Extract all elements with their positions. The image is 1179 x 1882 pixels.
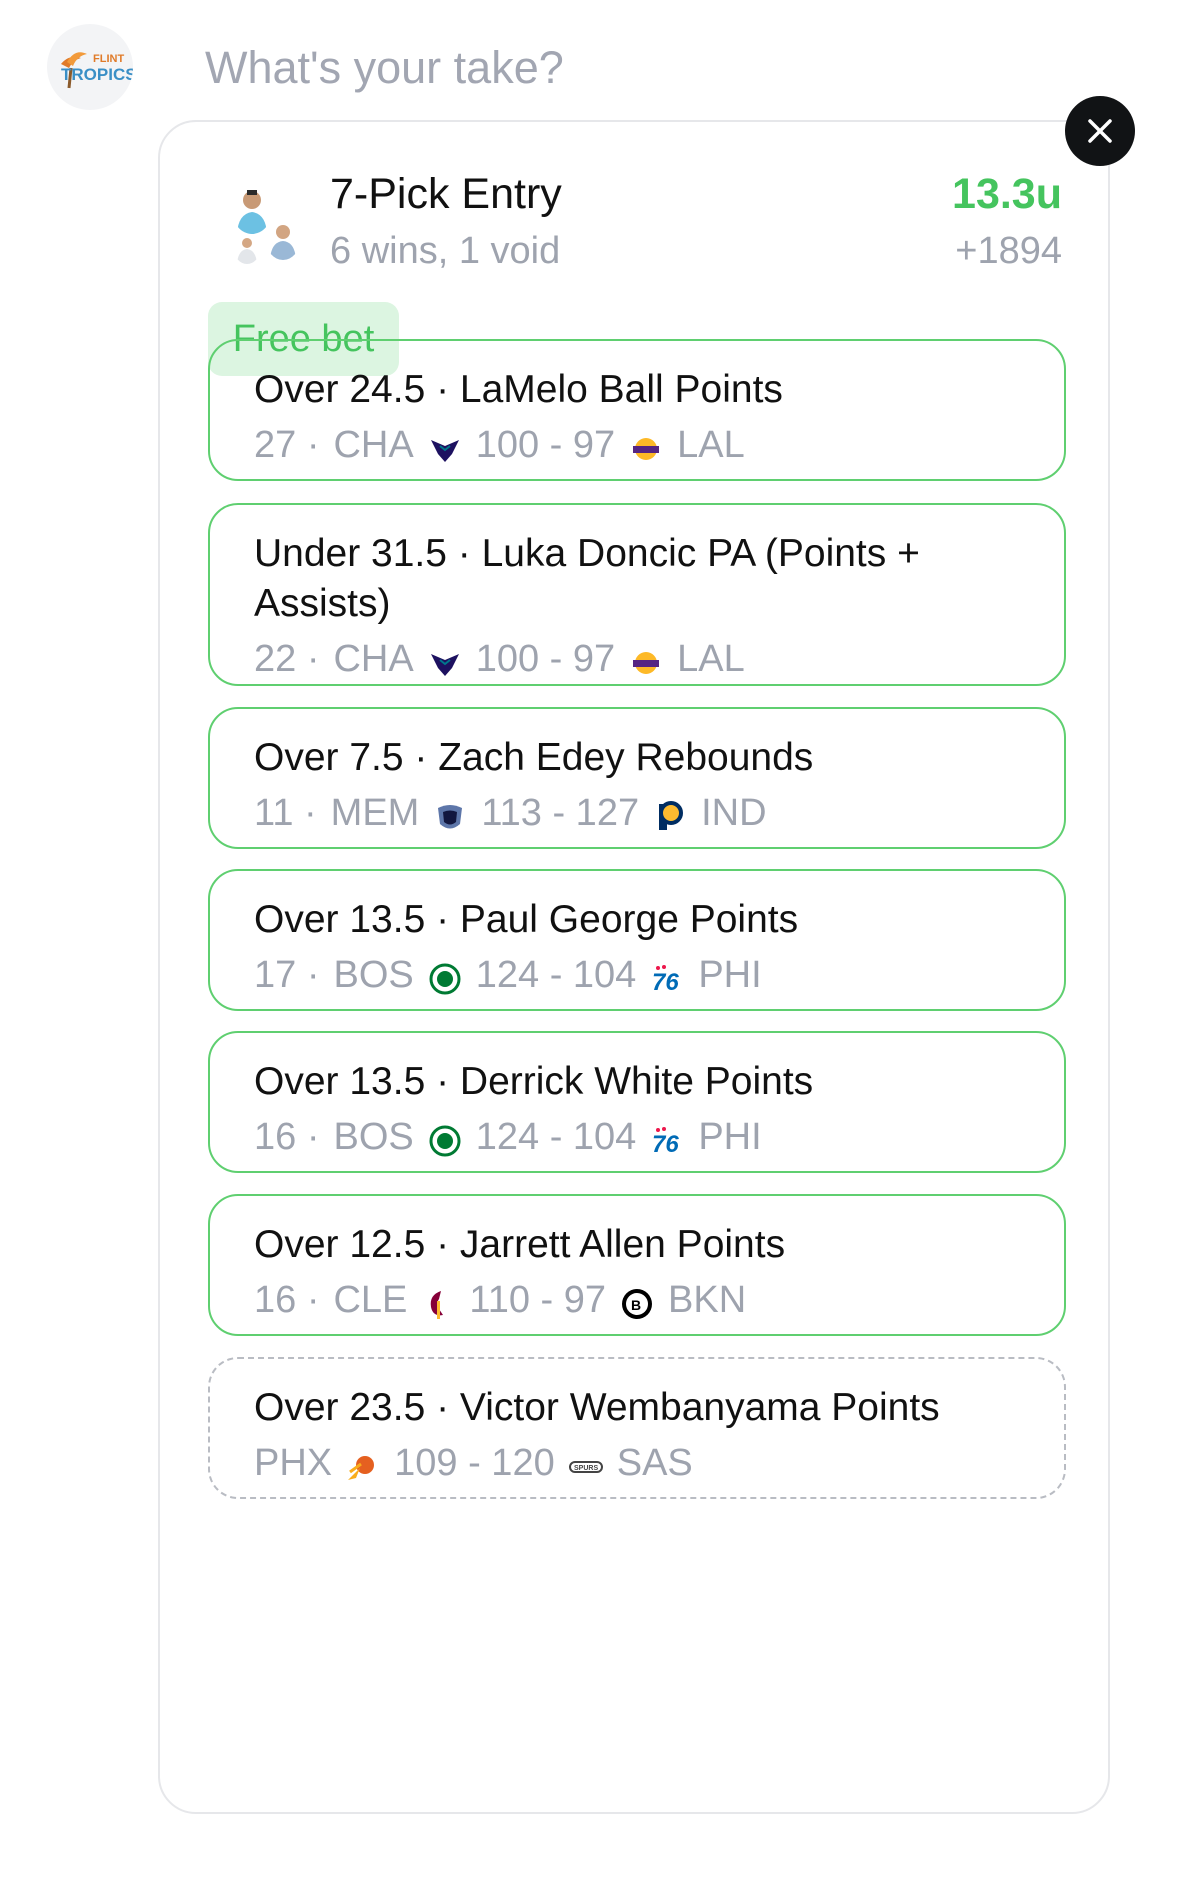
svg-text:TROPICS: TROPICS [61,65,133,84]
team-home-abbr: CHA [333,424,414,466]
pick-stat-value: 22 · [254,638,320,680]
pick-game-result: PHX 109 - 120 SPURS SAS [254,1437,1020,1489]
pick-game-result: 16 · BOS 124 - 104 76 PHI [254,1111,1020,1163]
grizzlies-logo-icon [433,796,467,830]
svg-text:SPURS: SPURS [574,1465,598,1472]
game-score: 124 - 104 [475,954,637,996]
pick-card[interactable]: Over 23.5 · Victor Wembanyama Points PHX 1… [208,1357,1066,1499]
pick-game-result: 16 · CLE 110 - 97 B BKN [254,1274,1020,1326]
sixers-logo-icon: 76 [650,958,684,996]
pick-title: Over 7.5 · Zach Edey Rebounds [254,736,814,779]
team-home-abbr: PHX [254,1442,333,1484]
pick-stat-value: 16 · [254,1116,320,1158]
entry-result-summary: 6 wins, 1 void [330,230,561,272]
team-home-abbr: MEM [330,792,420,834]
close-button[interactable] [1065,96,1135,166]
lakers-logo-icon [629,642,663,676]
entry-title: 7-Pick Entry [330,170,562,218]
team-away-abbr: LAL [677,424,745,466]
pick-game-result: 11 · MEM 113 - 127 IND [254,787,1020,839]
svg-text:B: B [631,1297,641,1313]
player-avatar [232,186,272,234]
team-home-abbr: BOS [333,954,414,996]
pick-title: Over 13.5 · Derrick White Points [254,1060,814,1103]
pick-card[interactable]: Over 24.5 · LaMelo Ball Points 27 · CHA 100… [208,339,1066,481]
spurs-logo-icon: SPURS [568,1446,603,1480]
player-avatar [234,234,260,264]
lakers-logo-icon [629,428,663,462]
hornets-logo-icon [428,428,462,462]
pick-title: Under 31.5 · Luka Doncic PA (Points + As… [254,532,920,625]
team-away-abbr: LAL [677,638,745,680]
pacers-logo-icon [653,796,687,830]
pick-title: Over 13.5 · Paul George Points [254,898,799,941]
pick-stat-value: 11 · [254,792,317,834]
pick-card[interactable]: Over 13.5 · Paul George Points 17 · BOS 124… [208,869,1066,1011]
team-away-abbr: PHI [698,1116,762,1158]
team-home-abbr: CLE [333,1279,408,1321]
team-away-abbr: IND [701,792,767,834]
game-score: 110 - 97 [469,1279,607,1321]
team-home-abbr: CHA [333,638,414,680]
pick-game-result: 27 · CHA 100 - 97 LAL [254,419,1020,471]
suns-logo-icon [346,1446,380,1480]
celtics-logo-icon [428,1120,462,1157]
nets-logo-icon: B [620,1283,654,1319]
player-avatar [266,220,300,260]
svg-text:FLINT: FLINT [93,53,124,65]
team-away-abbr: BKN [668,1279,747,1321]
game-score: 113 - 127 [481,792,640,834]
pick-game-result: 17 · BOS 124 - 104 76 PHI [254,949,1020,1001]
entry-card: 7-Pick Entry 6 wins, 1 void 13.3u +1894 … [158,120,1110,1814]
pick-card[interactable]: Under 31.5 · Luka Doncic PA (Points + As… [208,503,1066,686]
svg-text:76: 76 [652,969,679,996]
game-score: 100 - 97 [475,638,616,680]
game-score: 109 - 120 [394,1442,555,1484]
take-input-placeholder[interactable]: What's your take? [205,42,564,94]
cavaliers-logo-icon [421,1283,455,1319]
entry-odds: +1894 [955,230,1062,272]
player-thumbnails [218,186,308,266]
celtics-logo-icon [428,958,462,995]
pick-card[interactable]: Over 7.5 · Zach Edey Rebounds 11 · MEM 113 … [208,707,1066,849]
account-avatar[interactable]: FLINT TROPICS [47,24,133,110]
team-home-abbr: BOS [333,1116,414,1158]
game-score: 100 - 97 [475,424,616,466]
pick-stat-value: 17 · [254,954,320,996]
entry-payout: 13.3u [952,170,1062,218]
team-away-abbr: PHI [698,954,762,996]
flint-tropics-logo: FLINT TROPICS [61,52,133,89]
pick-stat-value: 27 · [254,424,320,466]
game-score: 124 - 104 [475,1116,637,1158]
pick-stat-value: 16 · [254,1279,320,1321]
pick-title: Over 24.5 · LaMelo Ball Points [254,368,783,411]
sixers-logo-icon: 76 [650,1120,684,1158]
svg-text:76: 76 [652,1131,679,1158]
pick-title: Over 23.5 · Victor Wembanyama Points [254,1386,940,1429]
pick-title: Over 12.5 · Jarrett Allen Points [254,1223,786,1266]
team-away-abbr: SAS [616,1442,693,1484]
pick-game-result: 22 · CHA 100 - 97 LAL [254,633,1020,685]
hornets-logo-icon [428,642,462,676]
pick-card[interactable]: Over 13.5 · Derrick White Points 16 · BOS 1… [208,1031,1066,1173]
pick-card[interactable]: Over 12.5 · Jarrett Allen Points 16 · CLE 1… [208,1194,1066,1336]
close-icon [1088,119,1112,143]
